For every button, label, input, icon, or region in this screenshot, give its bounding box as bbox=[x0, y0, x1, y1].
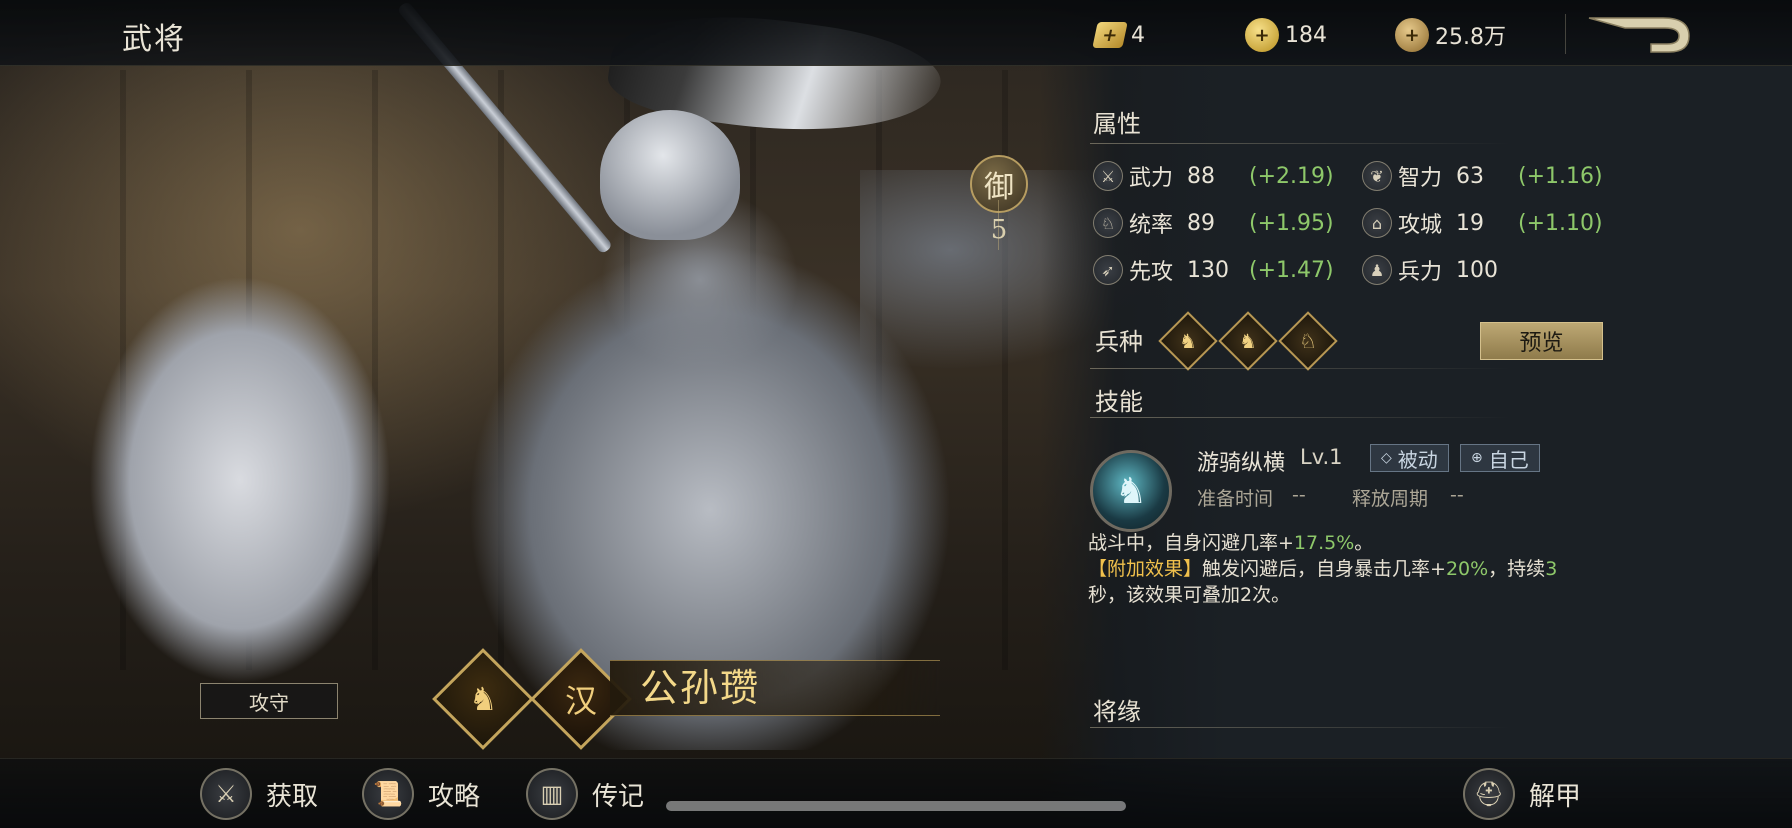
helmet-art bbox=[600, 110, 740, 240]
troop-types-title: 兵种 bbox=[1095, 328, 1143, 356]
skill-horse-icon[interactable]: ♞ bbox=[1090, 450, 1172, 532]
bond-divider bbox=[1090, 727, 1510, 728]
resource-ingot[interactable]: + 4 bbox=[1092, 18, 1145, 52]
skill-cycle-value: -- bbox=[1450, 484, 1464, 506]
cavalry-icon: ♞ bbox=[1179, 329, 1197, 353]
resource-gold-value: 184 bbox=[1285, 22, 1327, 48]
detail-panel bbox=[1040, 0, 1792, 828]
diamond-icon: ◇ bbox=[1381, 450, 1392, 466]
bond-title: 将缘 bbox=[1093, 698, 1141, 726]
copper-coins-icon: + bbox=[1395, 18, 1429, 52]
stat-siege: ⌂ 攻城 19 (+1.10) bbox=[1362, 205, 1603, 241]
stat-initiative: ➶ 先攻 130 (+1.47) bbox=[1093, 252, 1334, 288]
defense-level: 5 bbox=[990, 215, 1008, 245]
siege-icon: ⌂ bbox=[1362, 208, 1392, 238]
intellect-icon: ❦ bbox=[1362, 161, 1392, 191]
stat-troops: ♟ 兵力 100 bbox=[1362, 252, 1518, 288]
gold-coin-icon: + bbox=[1245, 18, 1279, 52]
skill-prep-label: 准备时间 bbox=[1197, 488, 1274, 510]
light-cavalry-icon: ♘ bbox=[1299, 329, 1317, 353]
guide-button[interactable]: 📜 攻略 bbox=[362, 766, 480, 822]
back-button[interactable] bbox=[1585, 14, 1695, 56]
command-icon: ♘ bbox=[1093, 208, 1123, 238]
page-title: 武将 bbox=[122, 22, 186, 57]
back-arrow-icon bbox=[1588, 17, 1690, 53]
faction-han-icon: 汉 bbox=[564, 681, 598, 720]
skill-tag-self: ⊕ 自己 bbox=[1460, 444, 1540, 472]
troop-divider bbox=[1090, 368, 1510, 369]
defense-badge[interactable]: 御 bbox=[970, 155, 1028, 213]
cavalry-icon: ♞ bbox=[1239, 329, 1257, 353]
resource-ingot-value: 4 bbox=[1131, 22, 1145, 48]
top-bar: 武将 + 4 + 184 + 25.8万 bbox=[0, 0, 1792, 66]
force-icon: ⚔ bbox=[1093, 161, 1123, 191]
skill-level: Lv.1 bbox=[1300, 445, 1343, 469]
attributes-divider bbox=[1090, 143, 1510, 144]
cavalry-icon: ♞ bbox=[468, 680, 498, 718]
resource-gold[interactable]: + 184 bbox=[1245, 18, 1327, 52]
target-icon: ⊕ bbox=[1471, 450, 1483, 466]
skill-prep-value: -- bbox=[1292, 484, 1306, 506]
stat-intellect: ❦ 智力 63 (+1.16) bbox=[1362, 158, 1603, 194]
troops-icon: ♟ bbox=[1362, 255, 1392, 285]
obtain-icon: ⚔ bbox=[200, 768, 252, 820]
stat-force: ⚔ 武力 88 (+2.19) bbox=[1093, 158, 1334, 194]
unequip-button[interactable]: ⛑ 解甲 bbox=[1463, 766, 1581, 822]
hero-name: 公孙瓒 bbox=[640, 666, 761, 710]
topbar-divider bbox=[1565, 14, 1566, 54]
resource-coins-value: 25.8万 bbox=[1435, 25, 1506, 50]
biography-button[interactable]: ▥ 传记 bbox=[526, 766, 644, 822]
obtain-button[interactable]: ⚔ 获取 bbox=[200, 766, 318, 822]
stat-command: ♘ 统率 89 (+1.95) bbox=[1093, 205, 1334, 241]
armor-icon: ⛑ bbox=[1463, 768, 1515, 820]
home-indicator[interactable] bbox=[666, 801, 1126, 811]
skill-name: 游骑纵横 bbox=[1197, 451, 1286, 476]
attributes-title: 属性 bbox=[1093, 110, 1141, 138]
initiative-icon: ➶ bbox=[1093, 255, 1123, 285]
skill-title: 技能 bbox=[1095, 388, 1143, 416]
skill-divider bbox=[1090, 417, 1510, 418]
preview-button[interactable]: 预览 bbox=[1480, 322, 1603, 360]
skill-description: 战斗中，自身闪避几率+17.5%。 【附加效果】触发闪避后，自身暴击几率+20%… bbox=[1088, 532, 1558, 606]
role-tag: 攻守 bbox=[200, 683, 338, 719]
resource-coins[interactable]: + 25.8万 bbox=[1395, 18, 1506, 52]
skill-cycle-label: 释放周期 bbox=[1352, 488, 1429, 510]
book-icon: ▥ bbox=[526, 768, 578, 820]
scroll-icon: 📜 bbox=[362, 768, 414, 820]
skill-tag-passive: ◇ 被动 bbox=[1370, 444, 1449, 472]
gold-ingot-icon: + bbox=[1092, 22, 1128, 48]
